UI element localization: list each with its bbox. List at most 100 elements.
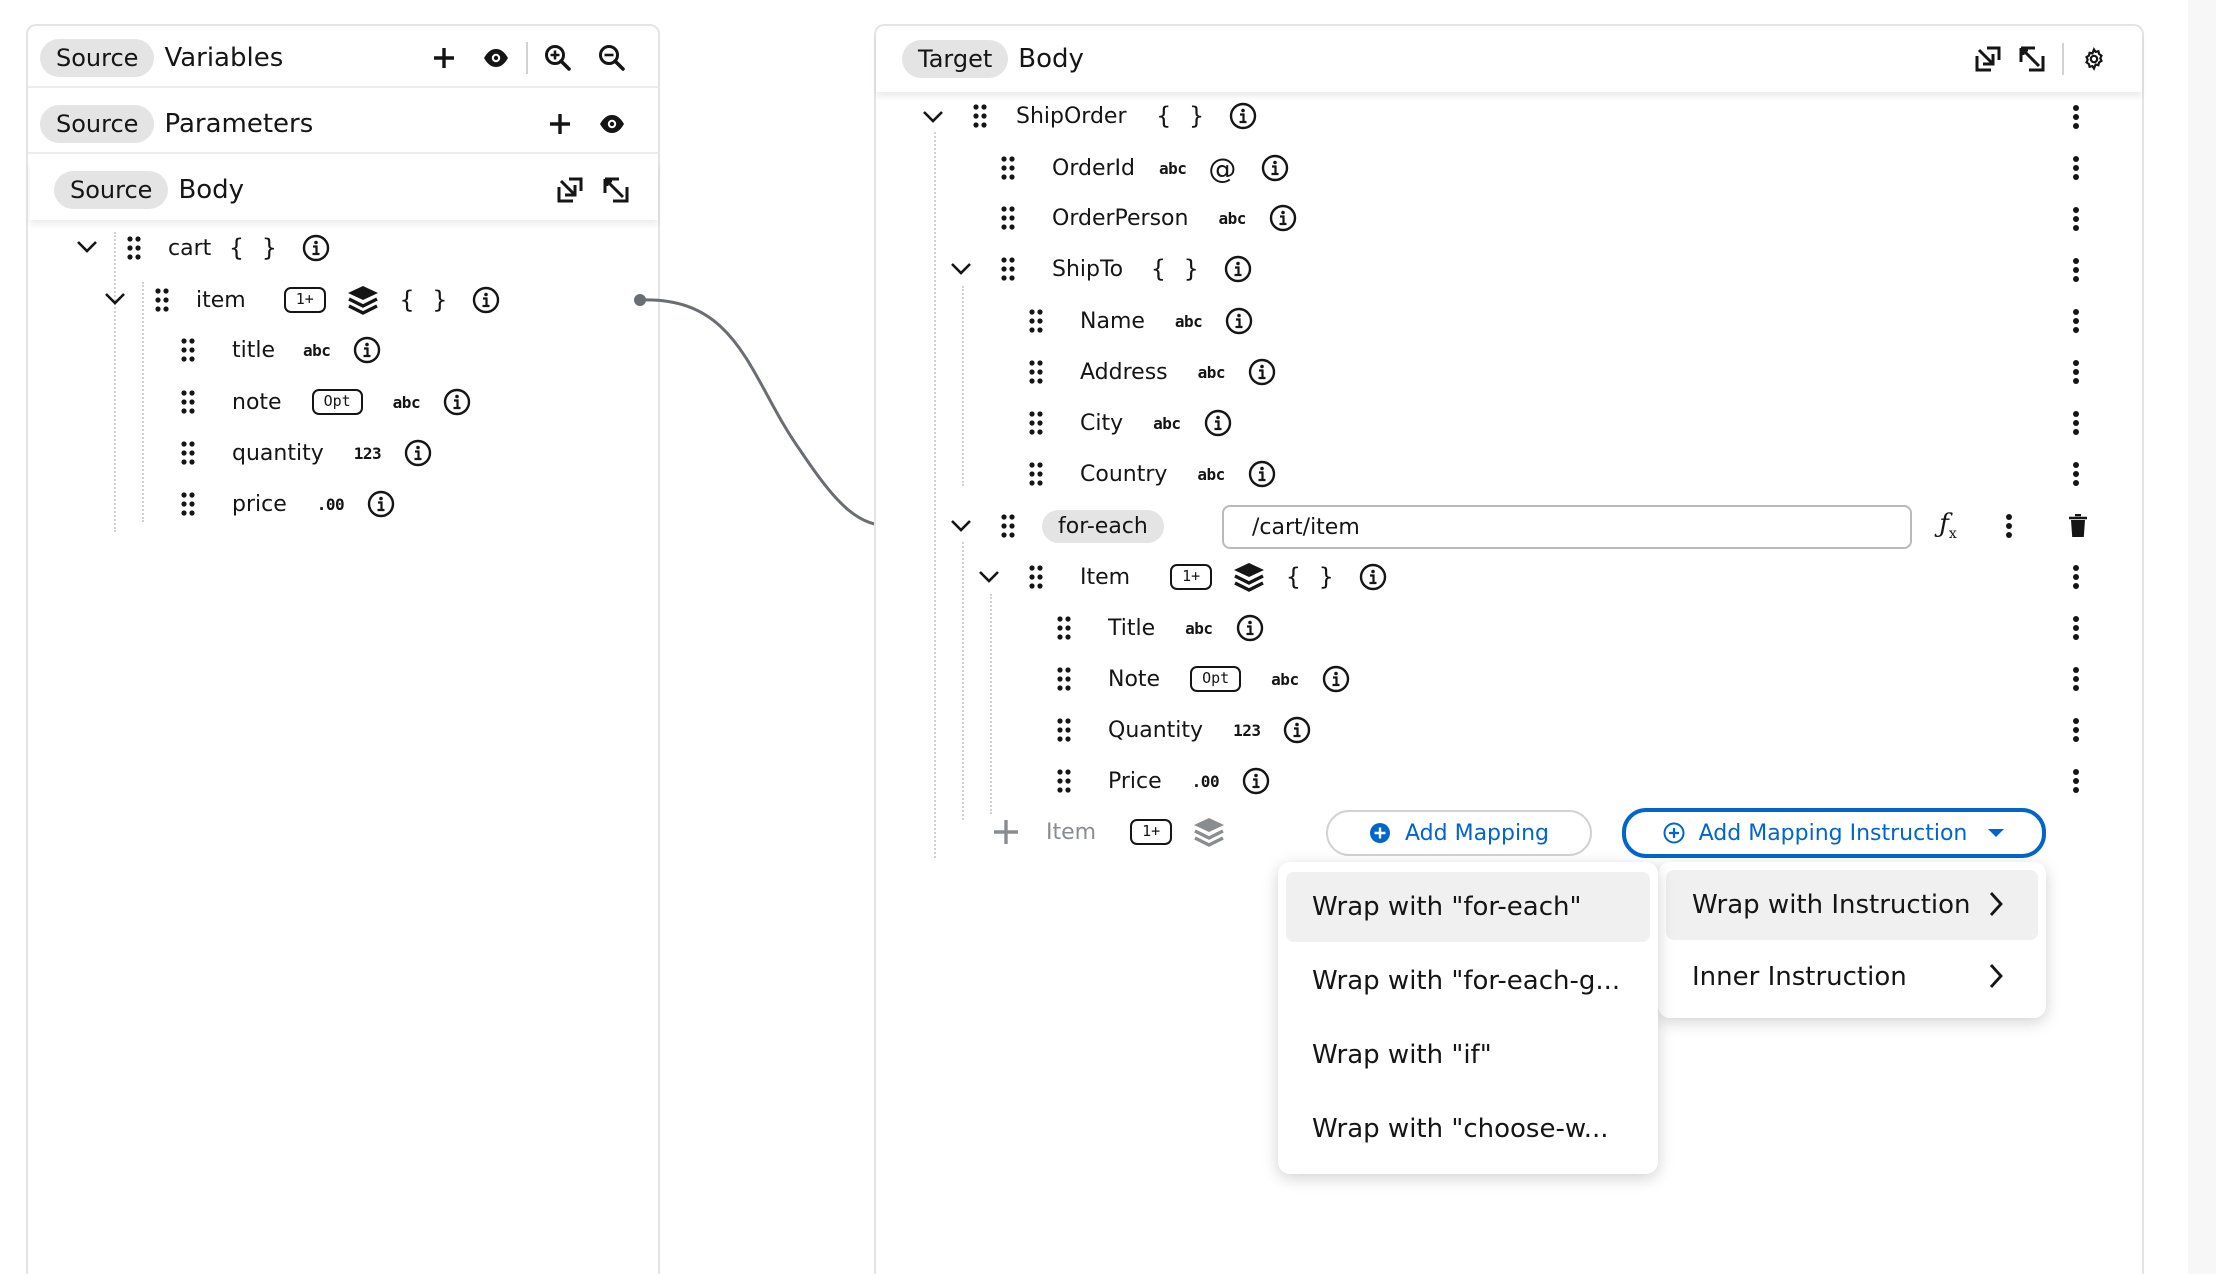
- kebab-icon: [2073, 360, 2079, 384]
- field-name: Note: [1108, 666, 1161, 692]
- row-menu-button[interactable]: [2066, 406, 2086, 440]
- drag-handle-icon[interactable]: [1054, 664, 1074, 694]
- menu-item-wrap-for-each-group[interactable]: Wrap with "for-each-g...: [1286, 946, 1650, 1016]
- tree-row-city[interactable]: City abc: [1026, 403, 1233, 443]
- drag-handle-icon[interactable]: [998, 511, 1018, 541]
- ghost-item-row: Item 1+: [992, 812, 1226, 852]
- tree-row-shipto[interactable]: ShipTo { }: [998, 249, 1253, 289]
- for-each-menu-button[interactable]: [1999, 509, 2019, 543]
- xpath-expression-input[interactable]: [1222, 505, 1912, 549]
- menu-item-wrap-choose-when[interactable]: Wrap with "choose-w...: [1286, 1094, 1650, 1164]
- row-menu-button[interactable]: [2066, 100, 2086, 134]
- tree-row-name[interactable]: Name abc: [1026, 301, 1254, 341]
- decimal-type-icon: .00: [1191, 771, 1220, 791]
- row-menu-button[interactable]: [2066, 304, 2086, 338]
- drag-handle-icon[interactable]: [1026, 459, 1046, 489]
- row-menu-button[interactable]: [2066, 202, 2086, 236]
- drag-handle-icon[interactable]: [998, 254, 1018, 284]
- field-name: Quantity: [1108, 717, 1204, 743]
- add-mapping-instruction-button[interactable]: Add Mapping Instruction: [1622, 808, 2046, 858]
- field-name: ShipOrder: [1016, 103, 1127, 129]
- info-icon[interactable]: [1358, 562, 1388, 592]
- info-icon[interactable]: [1235, 613, 1265, 643]
- kebab-icon: [2073, 411, 2079, 435]
- chevron-down-icon: [923, 111, 943, 123]
- tree-row-country[interactable]: Country abc: [1026, 454, 1277, 494]
- info-icon[interactable]: [1241, 766, 1271, 796]
- row-menu-button[interactable]: [2066, 764, 2086, 798]
- string-type-icon: abc: [1197, 464, 1225, 484]
- info-icon[interactable]: [1224, 306, 1254, 336]
- string-type-icon: abc: [1158, 158, 1187, 178]
- tree-row-target-title[interactable]: Title abc: [1054, 608, 1265, 648]
- collapse-target-item-toggle[interactable]: [974, 562, 1004, 592]
- menu-item-label: Inner Instruction: [1692, 962, 1907, 992]
- info-icon[interactable]: [1260, 153, 1290, 183]
- wrap-instruction-submenu: Wrap with "for-each" Wrap with "for-each…: [1278, 862, 1658, 1174]
- tree-row-orderid[interactable]: OrderId abc @: [998, 148, 1290, 188]
- row-menu-button[interactable]: [2066, 713, 2086, 747]
- tree-row-target-note[interactable]: Note Opt abc: [1054, 659, 1351, 699]
- drag-handle-icon[interactable]: [1026, 306, 1046, 336]
- kebab-icon: [2073, 616, 2079, 640]
- row-menu-button[interactable]: [2066, 151, 2086, 185]
- kebab-icon: [2006, 514, 2012, 538]
- tree-row-target-item[interactable]: Item 1+ { }: [1026, 557, 1388, 597]
- info-icon[interactable]: [1282, 715, 1312, 745]
- add-mapping-button[interactable]: Add Mapping: [1326, 810, 1592, 856]
- trash-icon: [2069, 514, 2087, 537]
- menu-item-wrap-if[interactable]: Wrap with "if": [1286, 1020, 1650, 1090]
- collapse-shiporder-toggle[interactable]: [918, 102, 948, 132]
- drag-handle-icon[interactable]: [1026, 408, 1046, 438]
- info-icon[interactable]: [1223, 254, 1253, 284]
- info-icon[interactable]: [1203, 408, 1233, 438]
- tree-row-orderperson[interactable]: OrderPerson abc: [998, 198, 1298, 238]
- settings-button[interactable]: [2072, 37, 2116, 81]
- menu-item-label: Wrap with "choose-w...: [1312, 1114, 1609, 1144]
- row-menu-button[interactable]: [2066, 355, 2086, 389]
- kebab-icon: [2073, 156, 2079, 180]
- object-type-icon: { }: [1286, 563, 1336, 591]
- caret-down-icon: [1988, 829, 2005, 837]
- drag-handle-icon[interactable]: [1054, 613, 1074, 643]
- drag-handle-icon[interactable]: [1054, 766, 1074, 796]
- menu-item-wrap-with-instruction[interactable]: Wrap with Instruction: [1666, 870, 2038, 940]
- row-menu-button[interactable]: [2066, 560, 2086, 594]
- info-icon[interactable]: [1321, 664, 1351, 694]
- tree-row-target-price[interactable]: Price .00: [1054, 761, 1271, 801]
- info-icon[interactable]: [1247, 357, 1277, 387]
- scrollbar-track[interactable]: [2188, 0, 2216, 1274]
- drag-handle-icon[interactable]: [970, 101, 990, 131]
- drag-handle-icon[interactable]: [998, 153, 1018, 183]
- collapse-shipto-toggle[interactable]: [946, 254, 976, 284]
- info-icon[interactable]: [1247, 459, 1277, 489]
- tree-row-address[interactable]: Address abc: [1026, 352, 1277, 392]
- kebab-icon: [2073, 105, 2079, 129]
- tree-row-target-quantity[interactable]: Quantity 123: [1054, 710, 1312, 750]
- layers-icon: [1232, 561, 1266, 593]
- optional-badge: Opt: [1190, 666, 1242, 692]
- menu-item-inner-instruction[interactable]: Inner Instruction: [1666, 942, 2038, 1012]
- target-body-header: Target Body: [876, 26, 2142, 92]
- row-menu-button[interactable]: [2066, 253, 2086, 287]
- row-menu-button[interactable]: [2066, 457, 2086, 491]
- drag-handle-icon[interactable]: [1054, 715, 1074, 745]
- drag-handle-icon[interactable]: [998, 203, 1018, 233]
- delete-for-each-button[interactable]: [2064, 510, 2092, 542]
- import-schema-button[interactable]: [1966, 37, 2010, 81]
- kebab-icon: [2073, 207, 2079, 231]
- menu-item-wrap-for-each[interactable]: Wrap with "for-each": [1286, 872, 1650, 942]
- collapse-foreach-toggle[interactable]: [946, 511, 976, 541]
- info-icon[interactable]: [1268, 203, 1298, 233]
- row-menu-button[interactable]: [2066, 611, 2086, 645]
- remove-schema-button[interactable]: [2010, 37, 2054, 81]
- menu-item-label: Wrap with "for-each-g...: [1312, 966, 1621, 996]
- tree-row-shiporder[interactable]: ShipOrder { }: [970, 96, 1258, 136]
- tree-row-for-each[interactable]: for-each: [998, 506, 1206, 546]
- drag-handle-icon[interactable]: [1026, 562, 1046, 592]
- expression-editor-button[interactable]: ƒx: [1930, 508, 1966, 544]
- chevron-right-icon: [1989, 892, 2003, 916]
- row-menu-button[interactable]: [2066, 662, 2086, 696]
- drag-handle-icon[interactable]: [1026, 357, 1046, 387]
- info-icon[interactable]: [1228, 101, 1258, 131]
